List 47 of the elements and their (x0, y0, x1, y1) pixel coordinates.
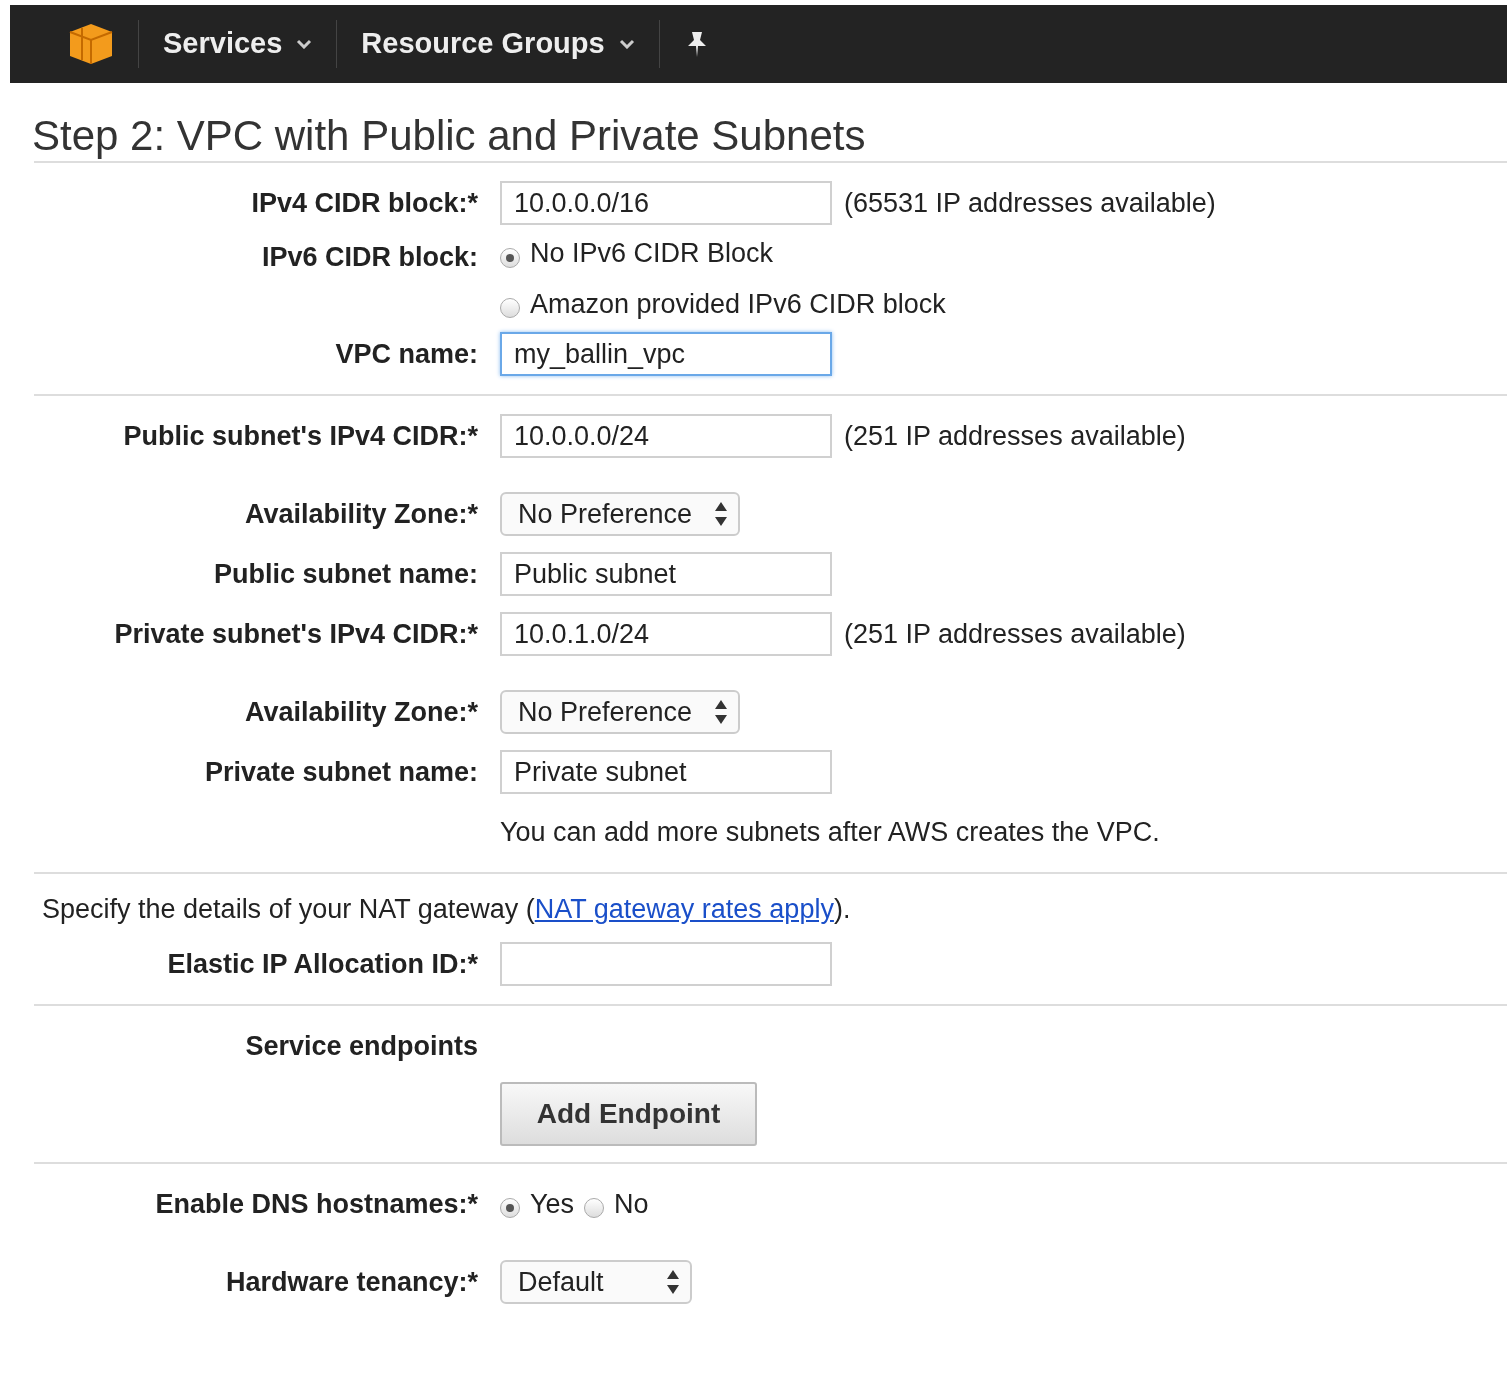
select-dropdown[interactable]: Default (500, 1260, 692, 1305)
availability-note: (65531 IP addresses available) (844, 187, 1216, 221)
radio-button[interactable] (500, 247, 520, 268)
field-label: Hardware tenancy:* (225, 1267, 478, 1298)
radio-button[interactable] (584, 1198, 605, 1219)
radio-label: No (614, 1188, 649, 1222)
input-field[interactable]: my_ballin_vpc (500, 332, 832, 377)
input-field[interactable]: 10.0.1.0/24 (500, 612, 832, 657)
nav-menu-button[interactable]: Services (163, 22, 313, 66)
field-label: IPv4 CIDR block:* (251, 188, 478, 219)
input-field[interactable]: Public subnet (500, 552, 832, 597)
help-text: You can add more subnets after AWS creates the VPC. (500, 816, 1160, 850)
logo-icon[interactable] (68, 22, 114, 66)
stepper-icon (714, 699, 729, 726)
field-label: Public subnet name: (213, 559, 478, 590)
nav-menu-button[interactable]: Resource Groups (361, 22, 635, 66)
field-label: Public subnet's IPv4 CIDR:* (123, 421, 478, 452)
input-field[interactable]: Private subnet (500, 750, 832, 795)
radio-button[interactable] (500, 1198, 520, 1219)
availability-note: (251 IP addresses available) (844, 618, 1186, 652)
field-label: Enable DNS hostnames:* (155, 1189, 478, 1220)
field-label: IPv6 CIDR block: (261, 242, 478, 273)
field-label: Elastic IP Allocation ID:* (167, 949, 478, 980)
field-label: VPC name: (335, 339, 478, 370)
page-title: Step 2: VPC with Public and Private Subnets (32, 111, 867, 161)
availability-note: (251 IP addresses available) (844, 420, 1186, 454)
caret-icon (296, 39, 313, 49)
field-label: Private subnet name: (204, 757, 478, 788)
stepper-icon (666, 1269, 680, 1296)
field-label: Service endpoints (245, 1031, 478, 1062)
input-field[interactable]: 10.0.0.0/16 (500, 181, 832, 226)
add-endpoint-button[interactable]: Add Endpoint (500, 1082, 757, 1147)
caret-icon (618, 39, 635, 49)
radio-label: Amazon provided IPv6 CIDR block (530, 287, 946, 321)
field-label: Private subnet's IPv4 CIDR:* (114, 619, 478, 650)
input-field[interactable]: 10.0.0.0/24 (500, 414, 832, 459)
rates-link[interactable]: NAT gateway rates apply (534, 894, 834, 925)
nat-sentence: Specify the details of your NAT gateway (NAT gateway rates apply). (42, 893, 851, 927)
field-label: Availability Zone:* (244, 499, 478, 530)
select-dropdown[interactable]: No Preference (500, 492, 741, 537)
input-field[interactable] (500, 942, 832, 987)
radio-label: Yes (530, 1188, 575, 1222)
stepper-icon (714, 501, 729, 528)
radio-label: No IPv6 CIDR Block (530, 237, 774, 271)
radio-button[interactable] (500, 298, 520, 319)
select-dropdown[interactable]: No Preference (500, 690, 741, 735)
field-label: Availability Zone:* (244, 697, 478, 728)
